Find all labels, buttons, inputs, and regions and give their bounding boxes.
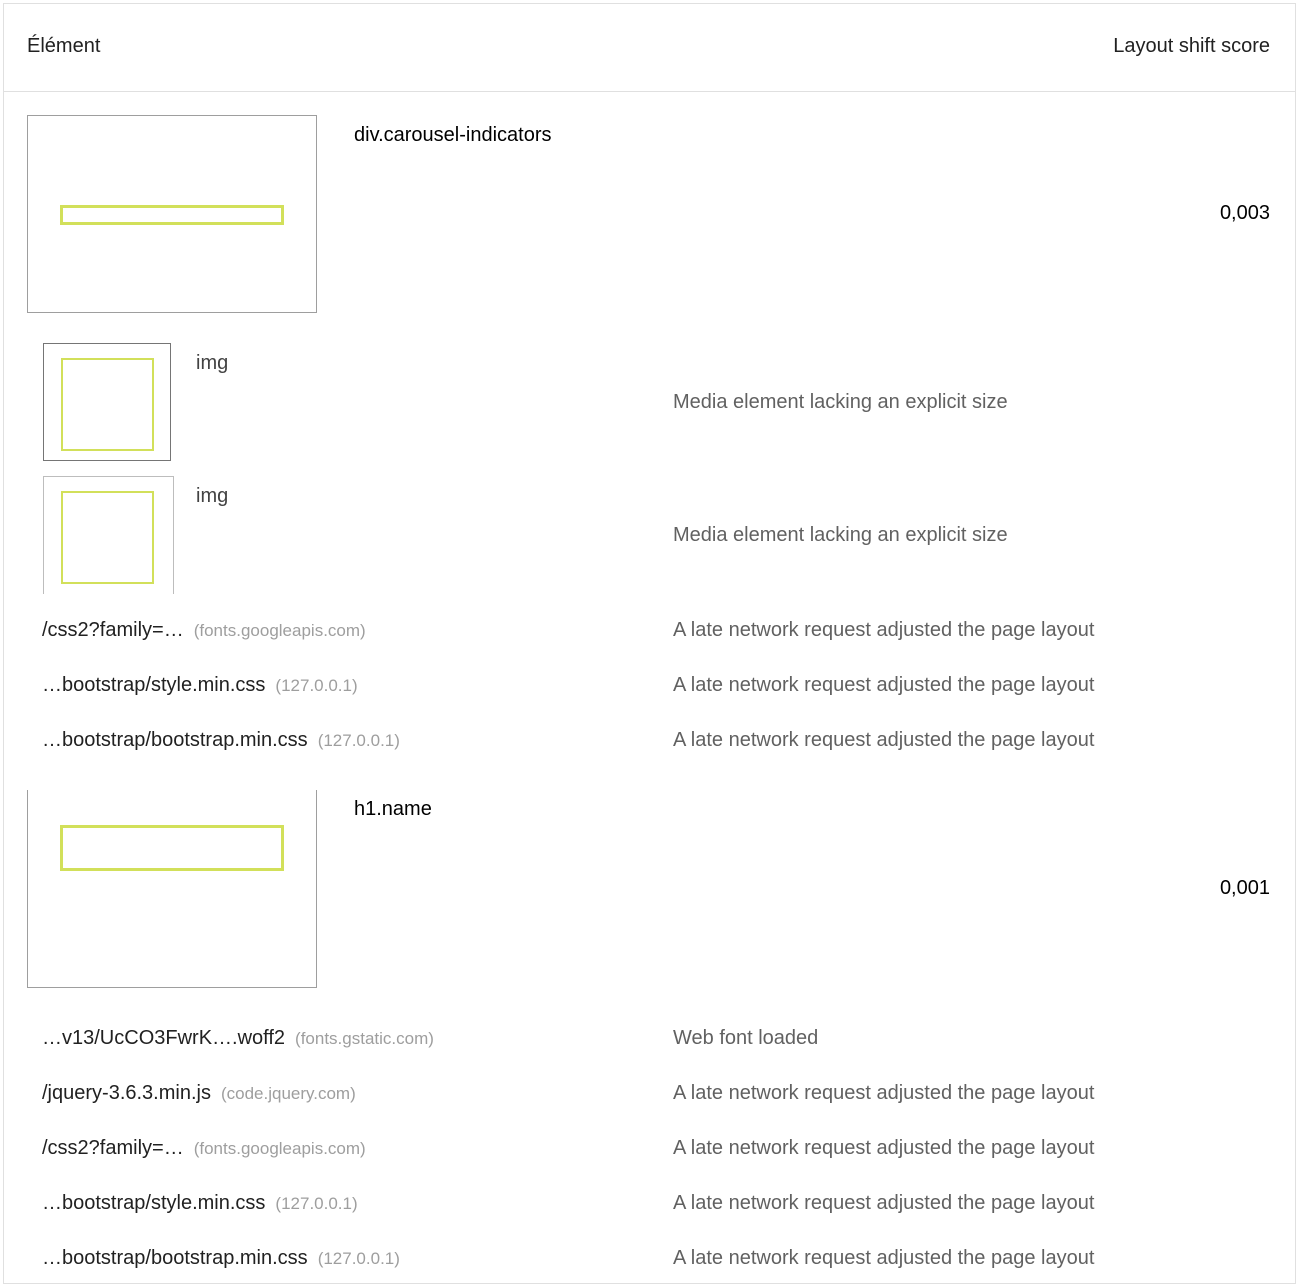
request-host: (fonts.gstatic.com) (295, 1029, 434, 1048)
request-host: (code.jquery.com) (220, 1084, 356, 1103)
request-url[interactable]: …bootstrap/style.min.css (42, 674, 265, 696)
request-row: /css2?family=… (fonts.googleapis.com) (42, 619, 366, 642)
request-reason: A late network request adjusted the page… (673, 1192, 1095, 1214)
request-row: /css2?family=… (fonts.googleapis.com) (42, 1137, 366, 1160)
request-url[interactable]: …bootstrap/bootstrap.min.css (42, 1247, 308, 1269)
subitem-label-img[interactable]: img (196, 352, 228, 375)
request-reason: A late network request adjusted the page… (673, 729, 1095, 751)
column-header-element: Élément (27, 35, 101, 57)
request-url[interactable]: /jquery-3.6.3.min.js (42, 1082, 211, 1104)
request-reason: A late network request adjusted the page… (673, 619, 1095, 641)
element-screenshot-thumbnail[interactable] (27, 790, 317, 988)
request-reason: A late network request adjusted the page… (673, 674, 1095, 696)
request-row: …bootstrap/bootstrap.min.css (127.0.0.1) (42, 729, 400, 752)
request-url[interactable]: …bootstrap/bootstrap.min.css (42, 729, 308, 751)
node-label-carousel[interactable]: div.carousel-indicators (354, 124, 552, 147)
request-reason: A late network request adjusted the page… (673, 1082, 1095, 1104)
request-url[interactable]: /css2?family=… (42, 1137, 184, 1159)
element-highlight-box (60, 205, 284, 225)
request-url[interactable]: /css2?family=… (42, 619, 184, 641)
request-row: …bootstrap/style.min.css (127.0.0.1) (42, 1192, 358, 1215)
request-row: …bootstrap/style.min.css (127.0.0.1) (42, 674, 358, 697)
request-reason: A late network request adjusted the page… (673, 1137, 1095, 1159)
request-row: …v13/UcCO3FwrK….woff2 (fonts.gstatic.com) (42, 1027, 434, 1050)
request-host: (127.0.0.1) (275, 676, 358, 695)
column-header-score: Layout shift score (1113, 35, 1270, 57)
element-highlight-box (61, 358, 154, 451)
element-screenshot-thumbnail[interactable] (27, 115, 317, 313)
node-label-h1[interactable]: h1.name (354, 798, 432, 821)
request-url[interactable]: …v13/UcCO3FwrK….woff2 (42, 1027, 285, 1049)
request-host: (fonts.googleapis.com) (193, 621, 366, 640)
request-host: (127.0.0.1) (317, 731, 400, 750)
img-thumbnail[interactable] (43, 476, 174, 594)
request-reason: A late network request adjusted the page… (673, 1247, 1095, 1269)
element-highlight-box (60, 825, 284, 871)
shift-reason: Media element lacking an explicit size (673, 391, 1008, 413)
request-host: (127.0.0.1) (275, 1194, 358, 1213)
element-highlight-box (61, 491, 154, 584)
request-url[interactable]: …bootstrap/style.min.css (42, 1192, 265, 1214)
request-row: /jquery-3.6.3.min.js (code.jquery.com) (42, 1082, 356, 1105)
layout-shift-score: 0,001 (1219, 877, 1270, 899)
subitem-label-img[interactable]: img (196, 485, 228, 508)
request-host: (127.0.0.1) (317, 1249, 400, 1268)
request-reason: Web font loaded (673, 1027, 819, 1049)
header-divider (4, 91, 1295, 92)
request-row: …bootstrap/bootstrap.min.css (127.0.0.1) (42, 1247, 400, 1270)
img-thumbnail[interactable] (43, 343, 171, 461)
layout-shift-score: 0,003 (1219, 202, 1270, 224)
shift-reason: Media element lacking an explicit size (673, 524, 1008, 546)
request-host: (fonts.googleapis.com) (193, 1139, 366, 1158)
